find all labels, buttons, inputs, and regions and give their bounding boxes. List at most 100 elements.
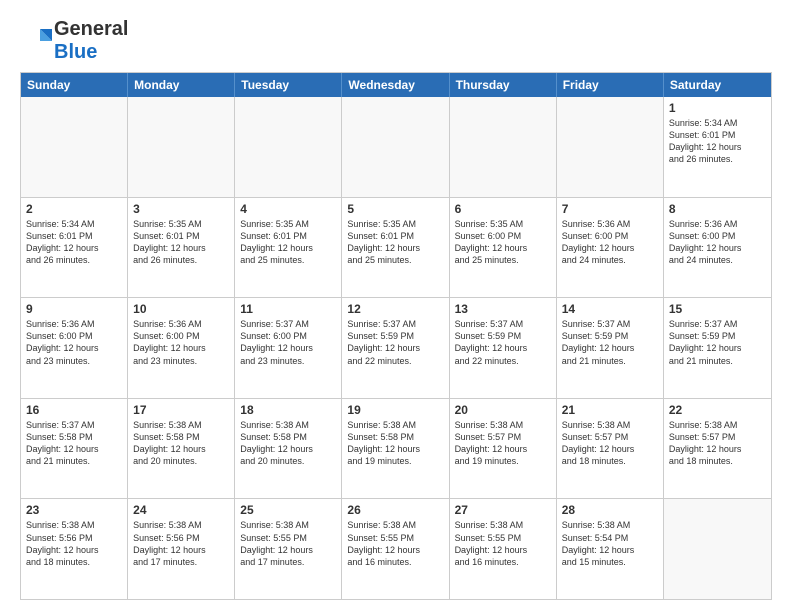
day-number: 26 — [347, 503, 443, 517]
day-number: 21 — [562, 403, 658, 417]
header: General Blue — [20, 18, 772, 64]
logo-blue: Blue — [54, 41, 97, 63]
day-number: 16 — [26, 403, 122, 417]
calendar-cell — [664, 499, 771, 599]
calendar-cell — [128, 97, 235, 197]
day-header-thursday: Thursday — [450, 73, 557, 97]
day-info: Sunrise: 5:35 AM Sunset: 6:01 PM Dayligh… — [133, 218, 229, 267]
logo-general: General — [54, 18, 128, 40]
day-info: Sunrise: 5:38 AM Sunset: 5:57 PM Dayligh… — [562, 419, 658, 468]
day-info: Sunrise: 5:37 AM Sunset: 5:59 PM Dayligh… — [669, 318, 766, 367]
day-number: 10 — [133, 302, 229, 316]
calendar-cell: 8 Sunrise: 5:36 AM Sunset: 6:00 PM Daylig… — [664, 198, 771, 298]
calendar-week-5: 23Sunrise: 5:38 AM Sunset: 5:56 PM Dayli… — [21, 499, 771, 599]
calendar-cell: 7 Sunrise: 5:36 AM Sunset: 6:00 PM Daylig… — [557, 198, 664, 298]
day-number: 9 — [26, 302, 122, 316]
day-info: Sunrise: 5:38 AM Sunset: 5:56 PM Dayligh… — [26, 519, 122, 568]
day-number: 24 — [133, 503, 229, 517]
day-number: 2 — [26, 202, 122, 216]
calendar-header: SundayMondayTuesdayWednesdayThursdayFrid… — [21, 73, 771, 97]
day-info: Sunrise: 5:36 AM Sunset: 6:00 PM Dayligh… — [562, 218, 658, 267]
day-info: Sunrise: 5:36 AM Sunset: 6:00 PM Dayligh… — [669, 218, 766, 267]
day-info: Sunrise: 5:38 AM Sunset: 5:58 PM Dayligh… — [240, 419, 336, 468]
day-info: Sunrise: 5:35 AM Sunset: 6:01 PM Dayligh… — [240, 218, 336, 267]
day-number: 19 — [347, 403, 443, 417]
day-number: 20 — [455, 403, 551, 417]
calendar-cell: 18Sunrise: 5:38 AM Sunset: 5:58 PM Dayli… — [235, 399, 342, 499]
day-info: Sunrise: 5:36 AM Sunset: 6:00 PM Dayligh… — [133, 318, 229, 367]
day-info: Sunrise: 5:37 AM Sunset: 5:58 PM Dayligh… — [26, 419, 122, 468]
day-number: 13 — [455, 302, 551, 316]
calendar-cell: 22 Sunrise: 5:38 AM Sunset: 5:57 PM Dayli… — [664, 399, 771, 499]
day-number: 28 — [562, 503, 658, 517]
calendar-cell: 5 Sunrise: 5:35 AM Sunset: 6:01 PM Daylig… — [342, 198, 449, 298]
calendar-cell: 24 Sunrise: 5:38 AM Sunset: 5:56 PM Dayli… — [128, 499, 235, 599]
day-number: 4 — [240, 202, 336, 216]
calendar-cell: 19 Sunrise: 5:38 AM Sunset: 5:58 PM Dayli… — [342, 399, 449, 499]
day-info: Sunrise: 5:38 AM Sunset: 5:55 PM Dayligh… — [240, 519, 336, 568]
calendar: SundayMondayTuesdayWednesdayThursdayFrid… — [20, 72, 772, 600]
calendar-week-1: 1 Sunrise: 5:34 AM Sunset: 6:01 PM Daylig… — [21, 97, 771, 198]
day-number: 25 — [240, 503, 336, 517]
calendar-cell: 10 Sunrise: 5:36 AM Sunset: 6:00 PM Dayli… — [128, 298, 235, 398]
logo: General Blue — [20, 18, 128, 64]
calendar-cell: 6 Sunrise: 5:35 AM Sunset: 6:00 PM Daylig… — [450, 198, 557, 298]
calendar-cell: 23Sunrise: 5:38 AM Sunset: 5:56 PM Dayli… — [21, 499, 128, 599]
day-header-sunday: Sunday — [21, 73, 128, 97]
calendar-cell — [21, 97, 128, 197]
day-info: Sunrise: 5:38 AM Sunset: 5:54 PM Dayligh… — [562, 519, 658, 568]
calendar-cell: 27Sunrise: 5:38 AM Sunset: 5:55 PM Dayli… — [450, 499, 557, 599]
day-info: Sunrise: 5:38 AM Sunset: 5:58 PM Dayligh… — [347, 419, 443, 468]
day-info: Sunrise: 5:37 AM Sunset: 6:00 PM Dayligh… — [240, 318, 336, 367]
calendar-cell: 21 Sunrise: 5:38 AM Sunset: 5:57 PM Dayli… — [557, 399, 664, 499]
calendar-cell: 3Sunrise: 5:35 AM Sunset: 6:01 PM Daylig… — [128, 198, 235, 298]
calendar-cell: 2 Sunrise: 5:34 AM Sunset: 6:01 PM Daylig… — [21, 198, 128, 298]
calendar-cell: 11 Sunrise: 5:37 AM Sunset: 6:00 PM Dayli… — [235, 298, 342, 398]
calendar-cell — [342, 97, 449, 197]
calendar-cell: 17Sunrise: 5:38 AM Sunset: 5:58 PM Dayli… — [128, 399, 235, 499]
calendar-week-4: 16 Sunrise: 5:37 AM Sunset: 5:58 PM Dayli… — [21, 399, 771, 500]
calendar-cell: 4 Sunrise: 5:35 AM Sunset: 6:01 PM Daylig… — [235, 198, 342, 298]
day-number: 8 — [669, 202, 766, 216]
day-header-monday: Monday — [128, 73, 235, 97]
calendar-cell — [450, 97, 557, 197]
day-info: Sunrise: 5:35 AM Sunset: 6:00 PM Dayligh… — [455, 218, 551, 267]
calendar-cell: 28 Sunrise: 5:38 AM Sunset: 5:54 PM Dayli… — [557, 499, 664, 599]
day-number: 11 — [240, 302, 336, 316]
logo-icon — [20, 25, 52, 57]
day-info: Sunrise: 5:34 AM Sunset: 6:01 PM Dayligh… — [669, 117, 766, 166]
day-info: Sunrise: 5:38 AM Sunset: 5:58 PM Dayligh… — [133, 419, 229, 468]
day-info: Sunrise: 5:38 AM Sunset: 5:57 PM Dayligh… — [669, 419, 766, 468]
day-number: 1 — [669, 101, 766, 115]
calendar-cell — [235, 97, 342, 197]
day-number: 6 — [455, 202, 551, 216]
page: General Blue SundayMondayTuesdayWednesda… — [0, 0, 792, 612]
day-number: 27 — [455, 503, 551, 517]
day-header-friday: Friday — [557, 73, 664, 97]
calendar-cell: 13 Sunrise: 5:37 AM Sunset: 5:59 PM Dayli… — [450, 298, 557, 398]
calendar-cell: 26Sunrise: 5:38 AM Sunset: 5:55 PM Dayli… — [342, 499, 449, 599]
day-header-wednesday: Wednesday — [342, 73, 449, 97]
day-number: 14 — [562, 302, 658, 316]
calendar-cell: 9 Sunrise: 5:36 AM Sunset: 6:00 PM Daylig… — [21, 298, 128, 398]
calendar-cell: 1 Sunrise: 5:34 AM Sunset: 6:01 PM Daylig… — [664, 97, 771, 197]
day-info: Sunrise: 5:37 AM Sunset: 5:59 PM Dayligh… — [347, 318, 443, 367]
day-number: 15 — [669, 302, 766, 316]
calendar-cell: 15 Sunrise: 5:37 AM Sunset: 5:59 PM Dayli… — [664, 298, 771, 398]
day-info: Sunrise: 5:38 AM Sunset: 5:56 PM Dayligh… — [133, 519, 229, 568]
day-info: Sunrise: 5:36 AM Sunset: 6:00 PM Dayligh… — [26, 318, 122, 367]
day-number: 22 — [669, 403, 766, 417]
day-info: Sunrise: 5:38 AM Sunset: 5:57 PM Dayligh… — [455, 419, 551, 468]
day-number: 7 — [562, 202, 658, 216]
calendar-week-3: 9 Sunrise: 5:36 AM Sunset: 6:00 PM Daylig… — [21, 298, 771, 399]
day-info: Sunrise: 5:35 AM Sunset: 6:01 PM Dayligh… — [347, 218, 443, 267]
calendar-cell: 14Sunrise: 5:37 AM Sunset: 5:59 PM Dayli… — [557, 298, 664, 398]
calendar-cell — [557, 97, 664, 197]
day-info: Sunrise: 5:34 AM Sunset: 6:01 PM Dayligh… — [26, 218, 122, 267]
calendar-cell: 20 Sunrise: 5:38 AM Sunset: 5:57 PM Dayli… — [450, 399, 557, 499]
calendar-cell: 16 Sunrise: 5:37 AM Sunset: 5:58 PM Dayli… — [21, 399, 128, 499]
day-number: 5 — [347, 202, 443, 216]
day-number: 12 — [347, 302, 443, 316]
day-info: Sunrise: 5:37 AM Sunset: 5:59 PM Dayligh… — [455, 318, 551, 367]
day-header-tuesday: Tuesday — [235, 73, 342, 97]
